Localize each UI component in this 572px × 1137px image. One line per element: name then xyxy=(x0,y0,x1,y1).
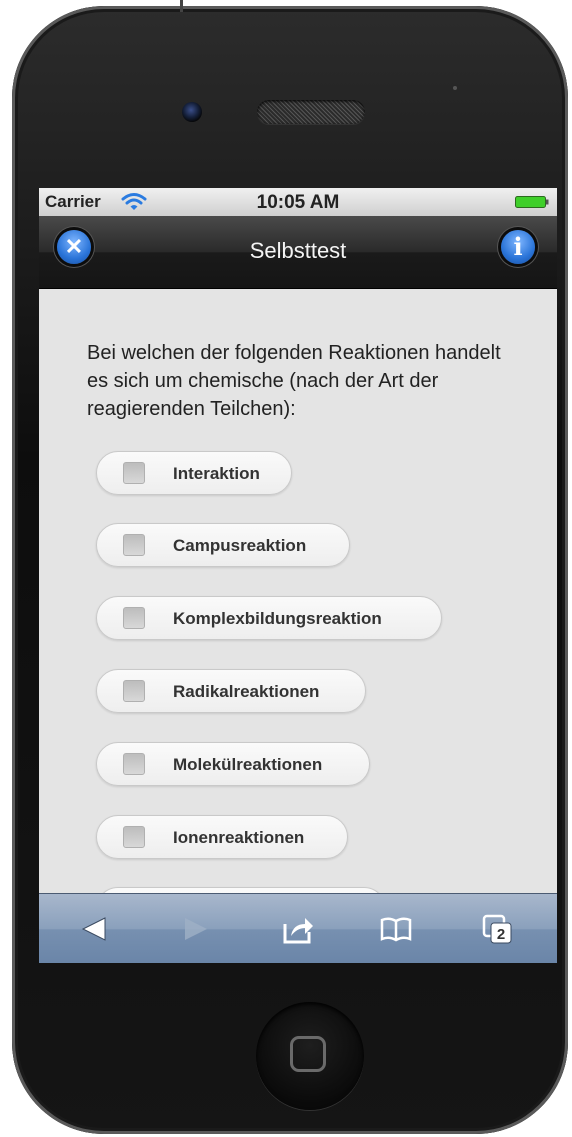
checkbox[interactable] xyxy=(123,753,145,775)
tabs-icon[interactable]: 2 xyxy=(481,912,515,946)
screen: Carrier 10:05 AM ✕ Selbsttest i Bei welc… xyxy=(39,188,557,963)
quiz-content: Bei welchen der folgenden Reaktionen han… xyxy=(39,289,557,931)
back-arrow-icon[interactable] xyxy=(77,912,111,946)
home-button[interactable] xyxy=(256,1002,364,1110)
option-label: Radikalreaktionen xyxy=(173,682,320,701)
battery-icon xyxy=(515,196,549,208)
status-time: 10:05 AM xyxy=(256,192,340,213)
option-molekuelreaktionen[interactable]: Molekülreaktionen xyxy=(96,742,370,786)
question-text: Bei welchen der folgenden Reaktionen han… xyxy=(87,342,501,420)
option-label: Komplexbildungsreaktion xyxy=(173,609,382,628)
option-radikalreaktionen[interactable]: Radikalreaktionen xyxy=(96,669,366,713)
option-label: Campusreaktion xyxy=(173,536,307,555)
bookmarks-icon[interactable] xyxy=(379,912,413,946)
browser-toolbar: 2 xyxy=(39,893,557,963)
option-campusreaktion[interactable]: Campusreaktion xyxy=(96,523,350,567)
checkbox[interactable] xyxy=(123,462,145,484)
info-button[interactable]: i xyxy=(501,230,535,264)
option-interaktion[interactable]: Interaktion xyxy=(96,451,292,495)
share-icon[interactable] xyxy=(281,912,315,946)
option-label: Molekülreaktionen xyxy=(173,755,323,774)
option-label: Ionenreaktionen xyxy=(173,828,305,847)
antenna-line xyxy=(180,0,183,12)
camera-icon xyxy=(182,102,202,122)
speaker-grille xyxy=(257,100,365,124)
navigation-bar: ✕ Selbsttest i xyxy=(39,216,557,289)
status-bar: Carrier 10:05 AM xyxy=(39,188,557,216)
proximity-sensor xyxy=(453,86,457,90)
option-ionenreaktionen[interactable]: Ionenreaktionen xyxy=(96,815,348,859)
page-title: Selbsttest xyxy=(249,238,347,263)
forward-arrow-icon xyxy=(185,918,207,940)
checkbox[interactable] xyxy=(123,826,145,848)
option-komplexbildungsreaktion[interactable]: Komplexbildungsreaktion xyxy=(96,596,442,640)
option-label: Interaktion xyxy=(173,464,260,483)
checkbox[interactable] xyxy=(123,607,145,629)
checkbox[interactable] xyxy=(123,534,145,556)
info-icon: i xyxy=(513,232,523,261)
checkbox[interactable] xyxy=(123,680,145,702)
home-square-icon xyxy=(290,1036,326,1072)
tabs-count: 2 xyxy=(497,926,505,943)
